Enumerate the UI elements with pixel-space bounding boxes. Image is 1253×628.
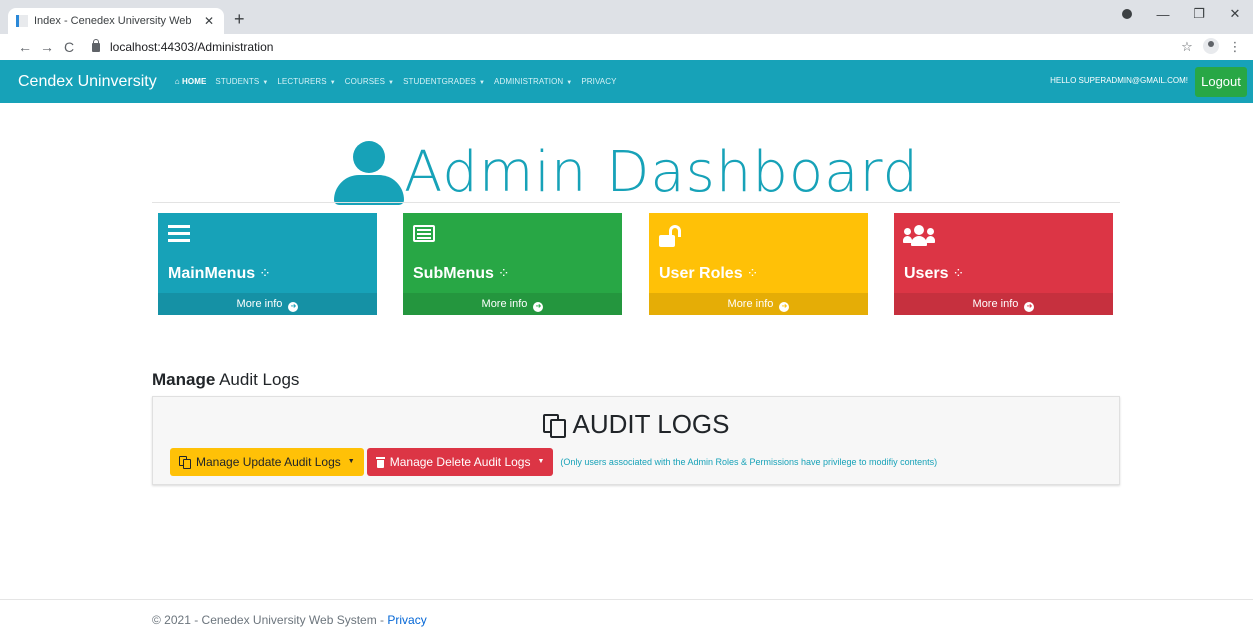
dashboard-header: Admin Dashboard	[0, 140, 1253, 205]
nav-item-label: LECTURERS	[277, 77, 327, 86]
card-title: SubMenus ⁘	[413, 265, 510, 282]
card-mainmenus: MainMenus ⁘ More info ➜	[158, 213, 377, 315]
user-icon	[333, 140, 404, 205]
copy-icon	[179, 456, 191, 469]
nav-item-label: STUDENTS	[215, 77, 260, 86]
footer-privacy-link[interactable]: Privacy	[387, 613, 426, 627]
page-footer: © 2021 - Cenedex University Web System -…	[152, 613, 427, 627]
more-info-link[interactable]: More info ➜	[403, 293, 622, 315]
divider	[152, 202, 1120, 203]
manage-delete-audit-logs-button[interactable]: Manage Delete Audit Logs ▼	[366, 448, 554, 476]
nav-item-label: HOME	[182, 77, 207, 86]
caret-down-icon: ▼	[566, 80, 573, 86]
manage-update-audit-logs-button[interactable]: Manage Update Audit Logs ▼	[170, 448, 364, 476]
nav-item-label: PRIVACY	[581, 77, 617, 86]
card-submenus: SubMenus ⁘ More info ➜	[403, 213, 622, 315]
trash-icon	[375, 456, 385, 468]
list-alt-icon	[413, 225, 443, 247]
spinner-icon: ⁘	[497, 265, 510, 281]
card-title: MainMenus ⁘	[168, 265, 271, 282]
nav-item-courses[interactable]: COURSES ▼	[345, 77, 394, 86]
nav-item-administration[interactable]: ADMINISTRATION ▼	[494, 77, 572, 86]
back-button[interactable]: ←	[14, 39, 36, 55]
nav-item-label: COURSES	[344, 77, 386, 86]
toolbar-actions: ☆ ⋮	[1175, 34, 1247, 60]
home-icon: ⌂	[174, 77, 182, 86]
browser-toolbar: ← → C localhost:44303/Administration ☆ ⋮	[0, 34, 1253, 60]
nav-item-label: STUDENTGRADES	[403, 77, 476, 86]
audit-logs-panel: AUDIT LOGS Manage Update Audit Logs ▼ Ma…	[152, 396, 1120, 485]
unlock-icon	[659, 225, 689, 247]
spinner-icon: ⁘	[259, 265, 271, 281]
card-title: User Roles ⁘	[659, 265, 759, 282]
footer-text: © 2021 - Cenedex University Web System -	[152, 613, 388, 627]
brand-link[interactable]: Cendex Uninversity	[18, 73, 157, 91]
spinner-icon: ⁘	[952, 265, 965, 281]
more-info-link[interactable]: More info ➜	[894, 293, 1113, 315]
more-info-link[interactable]: More info ➜	[649, 293, 868, 315]
arrow-circle-right-icon: ➜	[779, 302, 790, 312]
reload-button[interactable]: C	[58, 39, 80, 55]
nav-item-home[interactable]: ⌂ HOME	[175, 77, 207, 86]
browser-tabstrip: Index - Cenedex University Web ✕ + — ❐ ✕	[0, 0, 1253, 34]
arrow-circle-right-icon: ➜	[288, 302, 299, 312]
url-text: localhost:44303/Administration	[110, 40, 274, 54]
minimize-button[interactable]: —	[1145, 7, 1181, 22]
new-tab-button[interactable]: +	[234, 8, 245, 30]
window-controls: — ❐ ✕	[1109, 0, 1253, 28]
nav-item-label: ADMINISTRATION	[494, 77, 564, 86]
address-bar[interactable]: localhost:44303/Administration	[92, 37, 273, 57]
bookmark-star-icon[interactable]: ☆	[1175, 39, 1199, 55]
nav-item-privacy[interactable]: PRIVACY	[581, 77, 616, 86]
audit-logs-title: AUDIT LOGS	[153, 409, 1119, 440]
users-icon	[903, 225, 935, 247]
permission-note: (Only users associated with the Admin Ro…	[560, 457, 938, 467]
close-tab-icon[interactable]: ✕	[202, 14, 216, 28]
app-navbar: Cendex Uninversity ⌂ HOME STUDENTS ▼ LECT…	[0, 60, 1253, 103]
browser-menu-icon[interactable]: ⋮	[1223, 39, 1247, 55]
profile-avatar-icon[interactable]	[1199, 37, 1223, 57]
close-window-button[interactable]: ✕	[1217, 6, 1253, 22]
page-title: Admin Dashboard	[403, 140, 920, 205]
caret-down-icon: ▼	[329, 80, 336, 86]
extension-icon[interactable]	[1109, 7, 1145, 22]
nav-item-lecturers[interactable]: LECTURERS ▼	[277, 77, 335, 86]
caret-down-icon: ▼	[347, 458, 355, 465]
footer-divider	[0, 599, 1253, 600]
card-title: Users ⁘	[904, 265, 965, 282]
audit-actions: Manage Update Audit Logs ▼ Manage Delete…	[170, 448, 937, 476]
card-user-roles: User Roles ⁘ More info ➜	[649, 213, 868, 315]
forward-button[interactable]: →	[36, 39, 58, 55]
copy-icon	[542, 413, 567, 438]
caret-down-icon: ▼	[478, 80, 486, 86]
more-info-link[interactable]: More info ➜	[158, 293, 377, 315]
browser-tab[interactable]: Index - Cenedex University Web ✕	[8, 8, 224, 34]
spinner-icon: ⁘	[746, 265, 759, 281]
section-heading: Manage Audit Logs	[152, 370, 300, 389]
page-favicon-icon	[16, 15, 28, 27]
lock-icon	[92, 38, 100, 52]
card-users: Users ⁘ More info ➜	[894, 213, 1113, 315]
logout-button[interactable]: Logout	[1195, 67, 1247, 97]
caret-down-icon: ▼	[262, 80, 269, 86]
tab-title: Index - Cenedex University Web	[34, 15, 192, 27]
nav-item-studentgrades[interactable]: STUDENTGRADES ▼	[403, 77, 485, 86]
caret-down-icon: ▼	[388, 80, 395, 86]
bars-icon	[168, 225, 198, 247]
nav-item-students[interactable]: STUDENTS ▼	[215, 77, 268, 86]
user-greeting[interactable]: HELLO SUPERADMIN@GMAIL.COM!	[1050, 76, 1188, 85]
arrow-circle-right-icon: ➜	[533, 302, 544, 312]
caret-down-icon: ▼	[537, 458, 545, 465]
restore-button[interactable]: ❐	[1181, 6, 1217, 22]
arrow-circle-right-icon: ➜	[1024, 302, 1035, 312]
